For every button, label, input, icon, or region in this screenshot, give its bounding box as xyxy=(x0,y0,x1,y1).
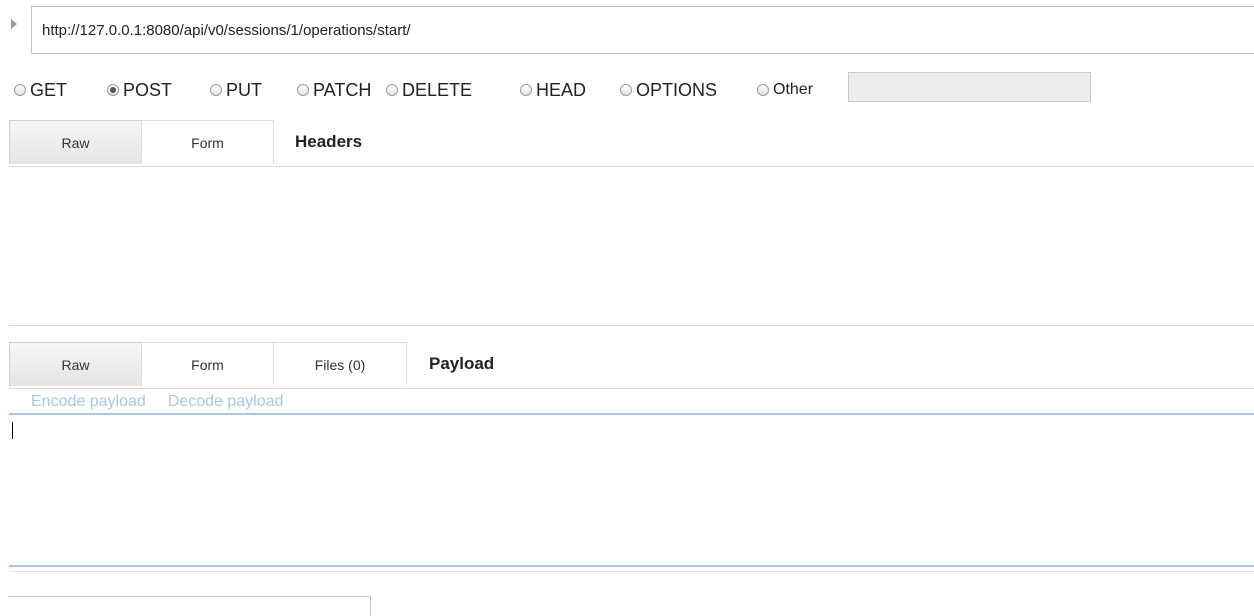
radio-options[interactable] xyxy=(620,84,632,96)
method-other[interactable]: Other xyxy=(757,75,813,105)
headers-title: Headers xyxy=(295,132,363,151)
triangle-right-icon[interactable] xyxy=(11,19,17,29)
bottom-panel xyxy=(9,596,371,616)
divider xyxy=(9,571,1254,572)
method-delete-label: DELETE xyxy=(402,79,473,100)
method-get[interactable]: GET xyxy=(14,75,67,105)
radio-other[interactable] xyxy=(757,84,769,96)
radio-get[interactable] xyxy=(14,84,26,96)
payload-title: Payload xyxy=(429,354,495,373)
radio-put[interactable] xyxy=(210,84,222,96)
url-row xyxy=(0,6,1254,56)
headers-tab-raw[interactable]: Raw xyxy=(9,120,142,164)
method-put-label: PUT xyxy=(226,79,262,100)
url-input[interactable] xyxy=(31,6,1254,54)
method-other-label: Other xyxy=(773,81,814,98)
method-post-label: POST xyxy=(123,79,173,100)
payload-editor[interactable] xyxy=(9,413,1254,567)
payload-links: Encode payload Decode payload xyxy=(31,393,283,411)
method-get-label: GET xyxy=(30,79,68,100)
method-head-label: HEAD xyxy=(536,79,587,100)
radio-post[interactable] xyxy=(107,84,119,96)
payload-tab-bar: Raw Form Files (0) Payload xyxy=(9,342,1254,389)
radio-delete[interactable] xyxy=(386,84,398,96)
headers-tab-bar: Raw Form Headers xyxy=(9,120,1254,167)
method-head[interactable]: HEAD xyxy=(520,75,586,105)
method-post[interactable]: POST xyxy=(107,75,172,105)
decode-payload-link[interactable]: Decode payload xyxy=(168,393,284,410)
method-delete[interactable]: DELETE xyxy=(386,75,472,105)
payload-tab-form[interactable]: Form xyxy=(141,342,274,386)
method-put[interactable]: PUT xyxy=(210,75,262,105)
payload-tab-raw[interactable]: Raw xyxy=(9,342,142,386)
method-options-label: OPTIONS xyxy=(636,79,718,100)
text-cursor xyxy=(12,422,13,439)
method-options[interactable]: OPTIONS xyxy=(620,75,717,105)
headers-editor[interactable] xyxy=(9,169,1254,326)
headers-tab-form[interactable]: Form xyxy=(141,120,274,164)
method-patch-label: PATCH xyxy=(313,79,372,100)
other-method-input[interactable] xyxy=(848,72,1091,102)
radio-patch[interactable] xyxy=(297,84,309,96)
payload-tab-files[interactable]: Files (0) xyxy=(273,342,407,386)
method-patch[interactable]: PATCH xyxy=(297,75,371,105)
encode-payload-link[interactable]: Encode payload xyxy=(31,393,146,410)
radio-head[interactable] xyxy=(520,84,532,96)
